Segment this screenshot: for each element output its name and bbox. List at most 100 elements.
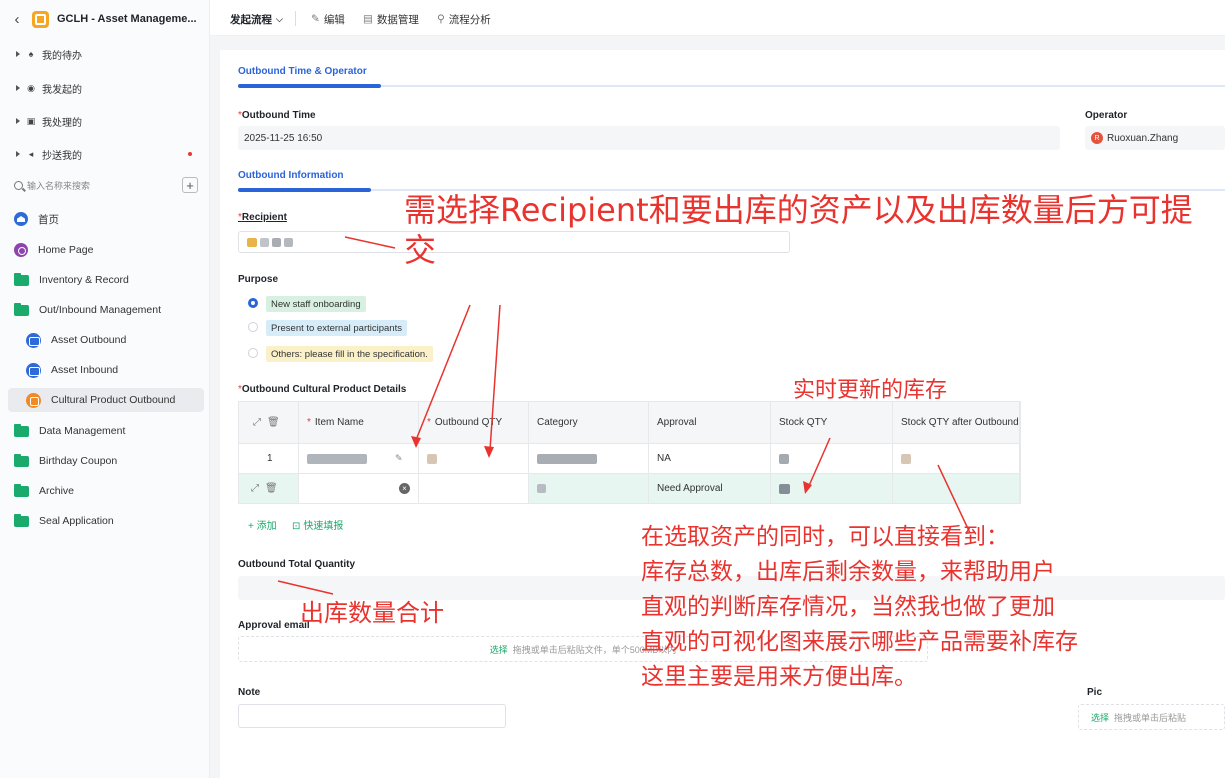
nav-item-out-inbound[interactable]: Out/Inbound Management [8,298,204,322]
nav-label: 首页 [38,213,59,226]
nav-label: Data Management [39,425,126,437]
nav-label: Seal Application [39,515,114,527]
nav-item-archive[interactable]: Archive [8,479,204,503]
purpose-radio-1[interactable] [248,298,258,308]
start-process-dropdown[interactable]: 发起流程 ⌵ [230,11,283,27]
task-my-initiated[interactable]: ◉ 我发起的 [16,79,196,97]
quick-fill-icon: ⊡ [292,521,301,532]
stock-after-redacted [901,453,911,464]
table-header: ⤢ 🗑 * Item Name * Outbound QTY Category App… [238,401,1021,444]
purpose-radio-2[interactable] [248,322,258,332]
purpose-option-external[interactable]: Present to external participants [266,320,407,336]
send-icon: ◂ [28,148,34,159]
unread-dot [188,152,192,156]
stock-after-cell [893,474,1020,503]
home-icon [14,212,28,226]
sidebar: ‹ GCLH - Asset Manageme... ♠ 我的待办 ◉ 我发起的… [0,0,210,778]
nav-label: Out/Inbound Management [39,304,162,316]
data-manage-label: 数据管理 [376,13,419,26]
task-cc-me[interactable]: ◂ 抄送我的 [16,145,196,163]
purpose-radio-3[interactable] [248,348,258,358]
add-row-button[interactable]: + 添加 [248,517,277,532]
qty-redacted [427,453,437,464]
nav-label: Inventory & Record [39,274,129,286]
add-button[interactable]: + [182,177,198,193]
table-icon: ▤ [363,13,373,25]
app-logo [32,10,49,28]
task-label: 我处理的 [42,117,82,129]
row-index: 1 [239,444,299,473]
approval-cell: Need Approval [649,474,771,503]
outbound-qty-cell[interactable] [419,474,529,503]
item-name-cell[interactable]: ✎ [299,444,419,473]
column-header-approval: Approval [649,402,771,443]
tab-outbound-time-operator[interactable]: Outbound Time & Operator [238,66,367,77]
data-manage-button[interactable]: ▤ 数据管理 [363,11,419,27]
caret-right-icon [16,151,20,157]
edit-button[interactable]: ✎ 编辑 [311,11,345,27]
inbound-form-icon [26,362,41,378]
nav-item-cultural-outbound[interactable]: Cultural Product Outbound [8,388,204,412]
trash-icon[interactable]: 🗑 [267,417,280,428]
task-label: 我发起的 [42,84,82,96]
search-icon [14,180,23,190]
purpose-option-new-staff[interactable]: New staff onboarding [266,296,366,312]
category-redacted [537,484,546,493]
tab-divider [238,85,1225,87]
approval-email-label: Approval email [238,620,310,631]
note-input[interactable] [238,704,506,728]
sidebar-search-input[interactable]: 输入名称来搜索 [10,175,180,195]
nav-item-inventory[interactable]: Inventory & Record [8,268,204,292]
annotation-summary: 在选取资产的同时，可以直接看到： 库存总数，出库后剩余数量，来帮助用户 直观的判… [641,520,1078,695]
task-my-todo[interactable]: ♠ 我的待办 [16,45,196,63]
tab-outbound-information[interactable]: Outbound Information [238,170,344,181]
table-row: 1 ✎ NA [238,444,1021,474]
process-analysis-button[interactable]: ⚲ 流程分析 [437,11,491,27]
clear-icon[interactable]: × [399,483,410,494]
folder-icon [14,453,29,467]
app-header: ‹ GCLH - Asset Manageme... [10,9,200,29]
quick-fill-button[interactable]: ⊡ 快速填报 [292,517,343,532]
row-tools-header: ⤢ 🗑 [239,402,299,443]
stock-qty-cell [771,474,893,503]
nav-item-birthday-coupon[interactable]: Birthday Coupon [8,449,204,473]
outbound-time-value: 2025-11-25 16:50 [244,132,323,144]
outbound-form-icon [26,332,41,348]
tab-active-indicator [238,188,371,192]
stock-redacted [779,453,789,464]
process-analysis-label: 流程分析 [448,13,491,26]
search-placeholder: 输入名称来搜索 [27,180,91,191]
chevron-left-icon[interactable]: ‹ [10,10,24,28]
task-label: 抄送我的 [42,150,82,162]
purpose-option-others[interactable]: Others: please fill in the specification… [266,346,433,362]
upload-select-link[interactable]: 选择 [1091,711,1109,724]
nav-item-home-page[interactable]: Home Page [8,238,204,262]
caret-right-icon [16,118,20,124]
nav-item-home[interactable]: 首页 [8,207,204,231]
nav-item-asset-inbound[interactable]: Asset Inbound [8,358,204,382]
item-name-redacted [307,453,367,464]
outbound-qty-cell[interactable] [419,444,529,473]
nav-item-seal-application[interactable]: Seal Application [8,509,204,533]
task-my-processed[interactable]: ▣ 我处理的 [16,112,196,130]
chevron-down-icon: ⌵ [276,13,283,24]
operator-field[interactable]: R Ruoxuan.Zhang [1085,126,1225,150]
upload-select-link[interactable]: 选择 [490,643,508,656]
upload-hint: 拖拽或单击后粘贴 [1114,712,1187,723]
pic-upload[interactable]: 选择 拖拽或单击后粘贴 [1078,704,1225,730]
item-name-cell[interactable]: × [299,474,419,503]
caret-right-icon [16,51,20,57]
edit-icon[interactable]: ✎ [395,453,403,464]
recipient-redacted [272,237,281,247]
nav-item-data-management[interactable]: Data Management [8,419,204,443]
nav-item-asset-outbound[interactable]: Asset Outbound [8,328,204,352]
pencil-icon: ✎ [311,13,320,25]
expand-icon[interactable]: ⤢ [253,417,261,428]
recipient-redacted [260,237,269,247]
outbound-time-field[interactable]: 2025-11-25 16:50 [238,126,1060,150]
nav-label: Archive [39,485,75,497]
trash-icon[interactable]: 🗑 [265,483,278,494]
summary-line: 库存总数，出库后剩余数量，来帮助用户 [641,559,1055,585]
summary-line: 在选取资产的同时，可以直接看到： [641,524,1009,550]
expand-icon[interactable]: ⤢ [251,483,259,494]
